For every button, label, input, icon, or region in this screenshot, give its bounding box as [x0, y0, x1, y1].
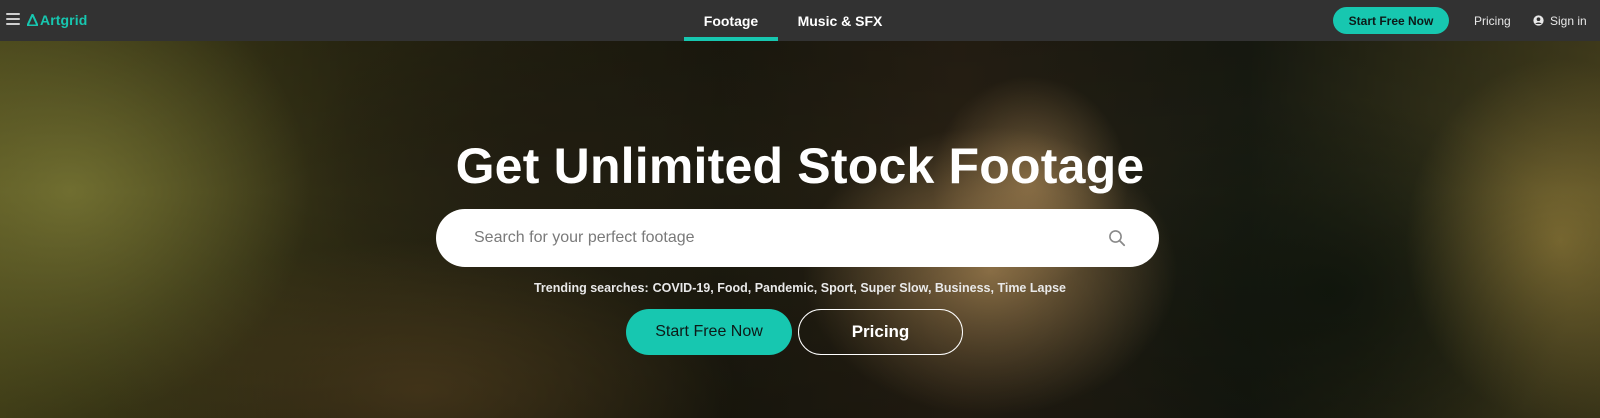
- nav-pricing-link[interactable]: Pricing: [1474, 0, 1511, 41]
- search-bar: [436, 209, 1159, 267]
- artgrid-logo[interactable]: Artgrid: [27, 11, 87, 29]
- menu-icon[interactable]: [6, 13, 20, 25]
- pricing-button[interactable]: Pricing: [798, 309, 963, 355]
- trending-item[interactable]: Time Lapse: [997, 281, 1066, 295]
- tab-footage[interactable]: Footage: [684, 0, 778, 41]
- trending-item[interactable]: COVID-19: [653, 281, 711, 295]
- trending-searches: Trending searches: COVID-19, Food, Pandem…: [533, 281, 1066, 295]
- nav-start-free-button[interactable]: Start Free Now: [1333, 7, 1449, 34]
- hero-title: Get Unlimited Stock Footage: [455, 138, 1145, 194]
- trending-item[interactable]: Super Slow: [860, 281, 928, 295]
- search-icon[interactable]: [1108, 229, 1126, 247]
- page: Artgrid Footage Music & SFX Start Free N…: [0, 0, 1600, 418]
- trending-label: Trending searches:: [533, 281, 649, 295]
- trending-item[interactable]: Business: [935, 281, 991, 295]
- user-icon: [1533, 15, 1544, 26]
- logo-text: Artgrid: [40, 12, 88, 28]
- sign-in-link[interactable]: Sign in: [1533, 0, 1587, 41]
- trending-item[interactable]: Food: [717, 281, 748, 295]
- top-nav: Artgrid Footage Music & SFX Start Free N…: [0, 0, 1600, 41]
- artgrid-logo-icon: [27, 14, 38, 26]
- tab-music-sfx[interactable]: Music & SFX: [790, 0, 890, 41]
- trending-item[interactable]: Sport: [821, 281, 854, 295]
- start-free-button[interactable]: Start Free Now: [626, 309, 792, 355]
- search-input[interactable]: [474, 209, 1074, 267]
- hero-section: Get Unlimited Stock Footage Trending sea…: [0, 41, 1600, 418]
- trending-item[interactable]: Pandemic: [755, 281, 814, 295]
- sign-in-label: Sign in: [1550, 13, 1587, 28]
